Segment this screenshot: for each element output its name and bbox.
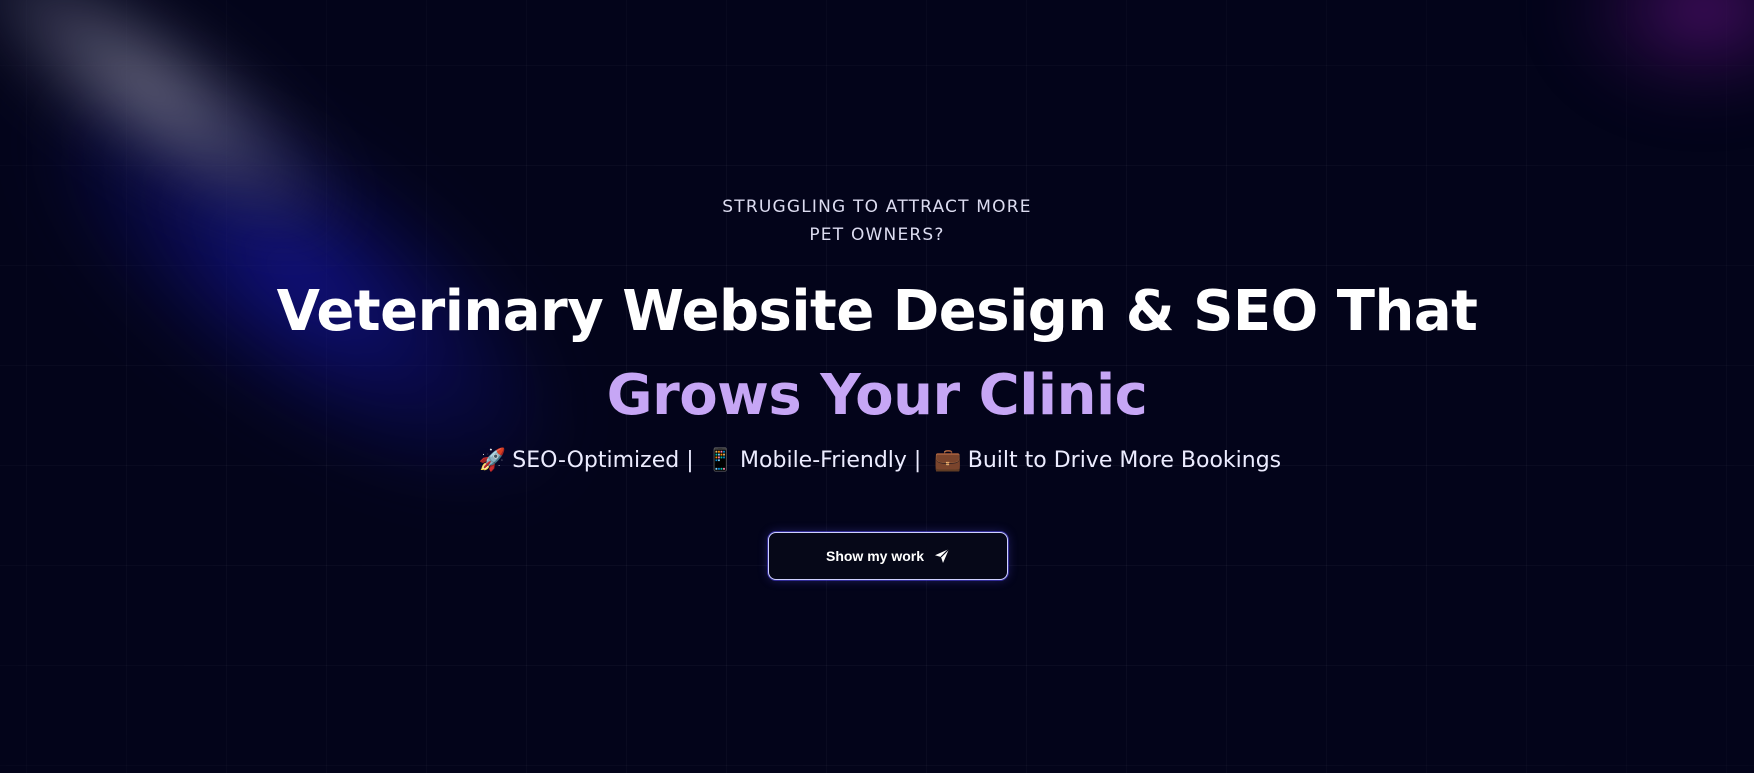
hero-headline: Veterinary Website Design & SEO That Gro… [0, 270, 1754, 438]
show-my-work-button[interactable]: Show my work [768, 532, 1008, 580]
cta-label: Show my work [825, 548, 925, 564]
rocket-icon: 🚀 [478, 448, 507, 473]
mobile-phone-icon: 📱 [706, 448, 735, 473]
eyebrow-line-1: STRUGGLING TO ATTRACT MORE [722, 197, 1032, 217]
feature-bookings: Built to Drive More Bookings [967, 448, 1282, 473]
headline-line-1: Veterinary Website Design & SEO That [276, 279, 1478, 344]
briefcase-icon: 💼 [934, 448, 962, 473]
hero-section: STRUGGLING TO ATTRACT MORE PET OWNERS? V… [0, 0, 1754, 773]
feature-seo: SEO-Optimized | [512, 448, 694, 473]
headline-accent: Grows Your Clinic [606, 363, 1148, 428]
eyebrow-line-2: PET OWNERS? [809, 225, 945, 245]
feature-list: 🚀 SEO-Optimized | 📱 Mobile-Friendly | 💼 Bui… [0, 445, 1754, 477]
hero-content: STRUGGLING TO ATTRACT MORE PET OWNERS? V… [0, 0, 1754, 773]
feature-mobile: Mobile-Friendly | [740, 448, 922, 473]
hero-eyebrow: STRUGGLING TO ATTRACT MORE PET OWNERS? [0, 193, 1754, 249]
paper-plane-icon [934, 548, 950, 564]
